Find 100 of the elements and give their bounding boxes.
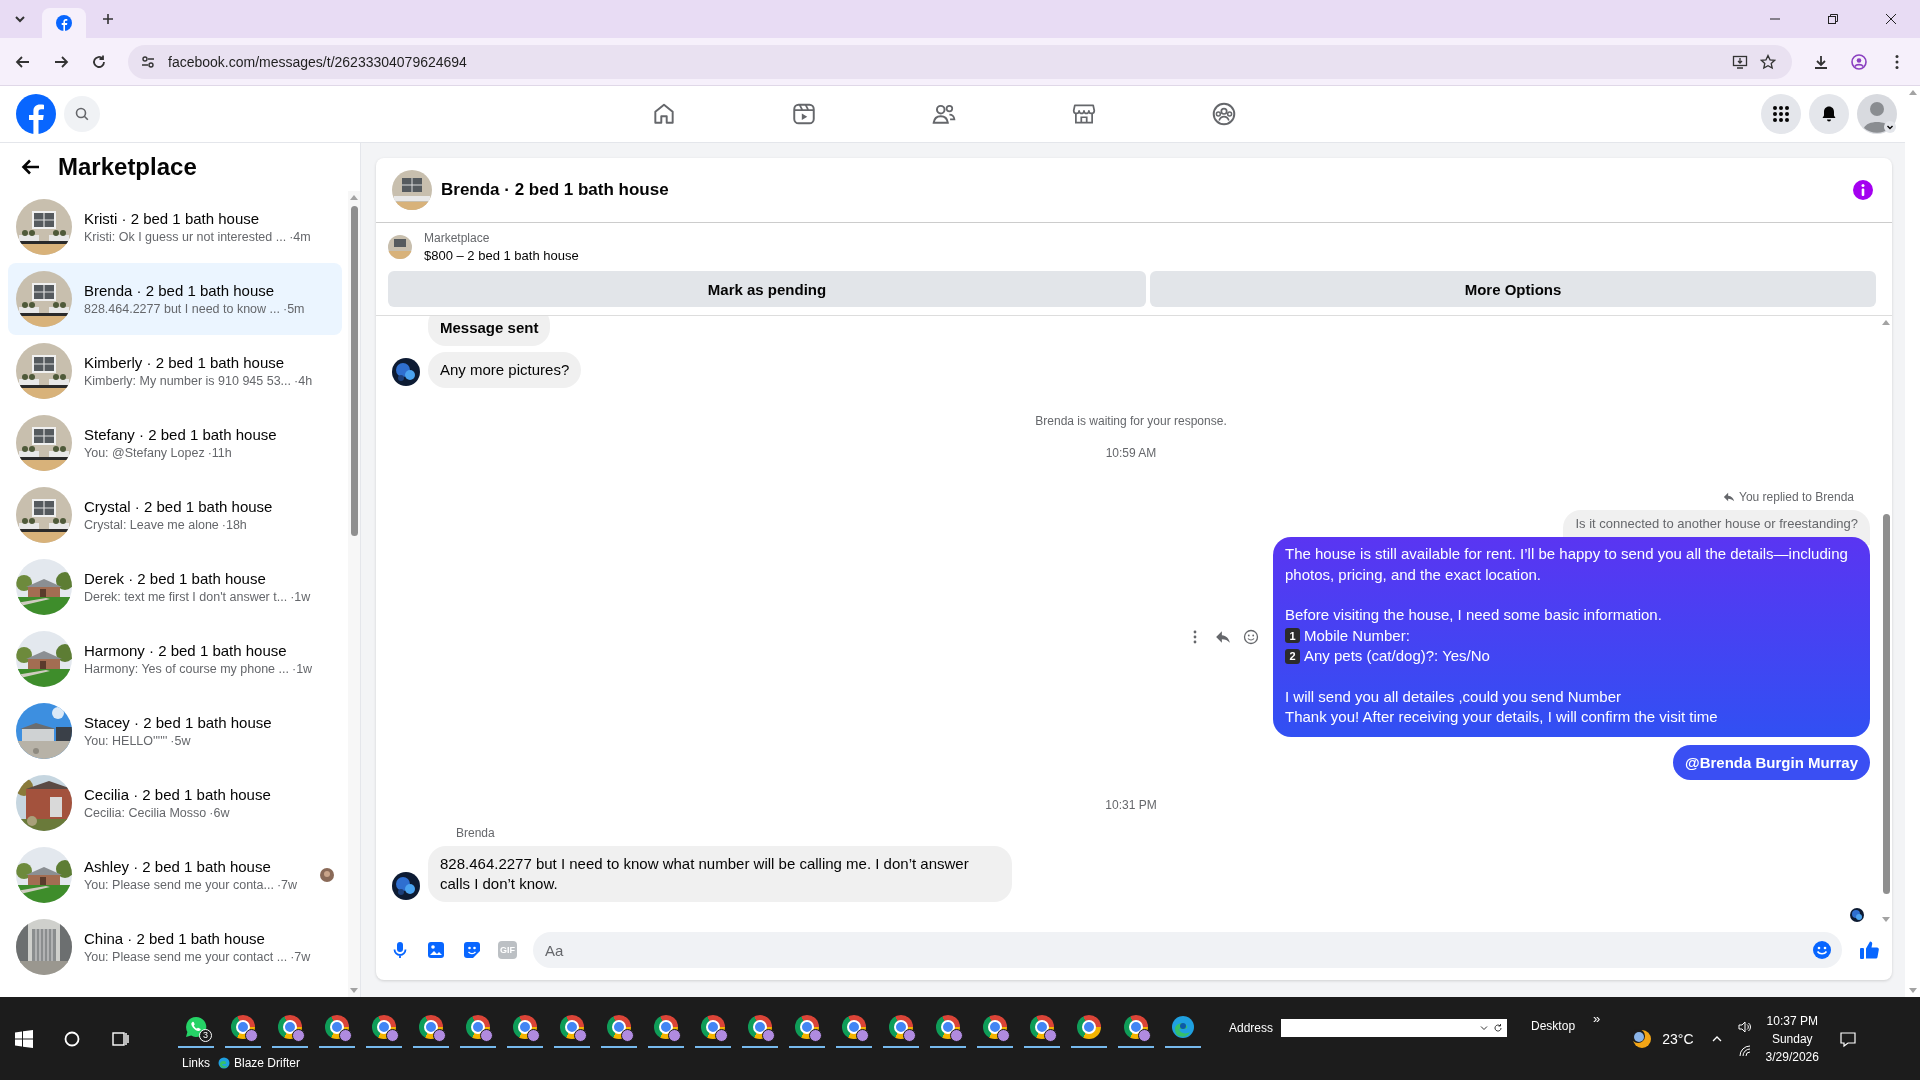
scrollbar[interactable] bbox=[1880, 316, 1892, 926]
profile-icon[interactable] bbox=[1850, 52, 1868, 71]
sticker-icon[interactable] bbox=[462, 940, 482, 960]
sender-name: Brenda bbox=[456, 825, 496, 840]
avatar-icon[interactable] bbox=[1857, 94, 1897, 134]
message-preview: You: Please send me your contact ... bbox=[84, 950, 288, 964]
browser-icon bbox=[936, 1014, 960, 1039]
conversation-name: China · 2 bed 1 bath house bbox=[84, 930, 266, 947]
store-icon[interactable] bbox=[1070, 101, 1097, 127]
message-field[interactable]: Aa bbox=[533, 932, 1842, 968]
message-time: ·4m bbox=[289, 230, 311, 244]
start-icon[interactable] bbox=[14, 1028, 34, 1049]
install-icon[interactable] bbox=[1732, 53, 1748, 70]
conversation-name: Stefany · 2 bed 1 bath house bbox=[84, 426, 278, 443]
site-info-icon[interactable] bbox=[140, 53, 156, 70]
wifi-icon[interactable] bbox=[1737, 1043, 1752, 1058]
groups-icon[interactable] bbox=[1210, 101, 1237, 127]
conversation-item[interactable]: Derek · 2 bed 1 bath house Derek: text me first I don't answer t... ·1w bbox=[8, 551, 342, 623]
conversation-name: Cecilia · 2 bed 1 bath house bbox=[84, 786, 272, 803]
mention-bubble[interactable]: @Brenda Burgin Murray bbox=[1673, 744, 1870, 780]
address-label: Address bbox=[1229, 1021, 1274, 1035]
menu-button[interactable] bbox=[1761, 94, 1801, 134]
message-time: ·6w bbox=[209, 806, 230, 820]
star-icon[interactable] bbox=[1760, 53, 1776, 70]
search-icon bbox=[74, 106, 90, 122]
search-button[interactable] bbox=[64, 96, 100, 132]
browser-icon bbox=[748, 1014, 772, 1039]
action-button[interactable]: Mark as pending bbox=[388, 271, 1146, 307]
number-badge: 2 bbox=[1285, 648, 1300, 664]
emoji-icon[interactable] bbox=[1243, 628, 1259, 645]
conversation-item[interactable]: Kristi · 2 bed 1 bath house Kristi: Ok I guess ur not interested ... ·4m bbox=[8, 191, 342, 263]
message-line: Mobile Number: bbox=[1304, 625, 1410, 646]
conversation-item[interactable]: Cecilia · 2 bed 1 bath house Cecilia: Cecilia Mosso ·6w bbox=[8, 767, 342, 839]
chat-title: Brenda · 2 bed 1 bath house bbox=[441, 180, 669, 200]
desktop-label[interactable]: Desktop bbox=[1531, 1019, 1576, 1033]
conversation-item[interactable]: China · 2 bed 1 bath house You: Please send me your contact ... ·7w bbox=[8, 911, 342, 983]
info-icon[interactable] bbox=[1852, 179, 1874, 201]
message-time: ·5m bbox=[283, 302, 305, 316]
browser-icon bbox=[325, 1014, 349, 1039]
message-line: Before visiting the house, I need some basic information. bbox=[1285, 605, 1662, 625]
message-bubble: Any more pictures? bbox=[428, 352, 582, 388]
message-preview: Derek: text me first I don't answer t... bbox=[84, 590, 288, 604]
address-field[interactable]: facebook.com/messages/t/26233304079624694 bbox=[128, 44, 1792, 79]
reply-label: You replied to Brenda bbox=[1739, 490, 1854, 504]
image-icon[interactable] bbox=[426, 940, 446, 960]
message-line: The house is still available for rent. I’ll be happy to send you all the details—including photos, pricing, and the exact location. bbox=[1285, 544, 1849, 585]
action-button[interactable]: More Options bbox=[1150, 271, 1876, 307]
browser-icon bbox=[513, 1014, 537, 1039]
message-line: I will send you all detailes ,could you send Number bbox=[1285, 686, 1621, 707]
clock-time: 10:37 PM bbox=[1766, 1013, 1818, 1028]
message-line: Thank you! After receiving your details, I will confirm the visit time bbox=[1285, 707, 1718, 727]
listing-source: Marketplace bbox=[424, 231, 491, 245]
video-icon[interactable] bbox=[790, 101, 817, 127]
message-preview: 828.464.2277 but I need to know ... bbox=[84, 302, 280, 316]
message-time: ·7w bbox=[290, 950, 311, 964]
scrollbar[interactable] bbox=[348, 191, 360, 997]
browser-icon bbox=[795, 1014, 819, 1039]
conversation-name: Harmony · 2 bed 1 bath house bbox=[84, 642, 288, 659]
temperature: 23°C bbox=[1662, 1030, 1694, 1047]
browser-icon bbox=[466, 1014, 490, 1039]
emoji-icon[interactable] bbox=[1812, 940, 1832, 960]
conversation-item[interactable]: Crystal · 2 bed 1 bath house Crystal: Leave me alone ·18h bbox=[8, 479, 342, 551]
browser-icon bbox=[419, 1014, 443, 1039]
address-input[interactable] bbox=[1281, 1019, 1508, 1037]
number-badge: 1 bbox=[1285, 628, 1300, 644]
conversation-name: Kristi · 2 bed 1 bath house bbox=[84, 210, 261, 227]
thumbs-up-icon[interactable] bbox=[1858, 939, 1880, 961]
browser-icon bbox=[560, 1014, 584, 1039]
chevron-button[interactable]: » bbox=[1593, 1011, 1601, 1026]
volume-icon[interactable] bbox=[1737, 1019, 1752, 1034]
conversation-item[interactable]: Harmony · 2 bed 1 bath house Harmony: Yes of course my phone ... ·1w bbox=[8, 623, 342, 695]
conversation-item[interactable]: Kimberly · 2 bed 1 bath house Kimberly: My number is 910 945 53... ·4h bbox=[8, 335, 342, 407]
refresh-icon[interactable] bbox=[1493, 1023, 1504, 1033]
conversation-item[interactable]: Brenda · 2 bed 1 bath house 828.464.2277 but I need to know ... ·5m bbox=[8, 263, 342, 335]
browser-icon bbox=[654, 1014, 678, 1039]
notifications-button[interactable] bbox=[1809, 94, 1849, 134]
grid-icon bbox=[1772, 105, 1790, 123]
notification-icon[interactable] bbox=[1838, 1029, 1857, 1048]
conversation-name: Stacey · 2 bed 1 bath house bbox=[84, 714, 273, 731]
clock-day: Sunday bbox=[1771, 1031, 1813, 1046]
chat-app-icon bbox=[184, 1014, 208, 1039]
message-time: ·7w bbox=[276, 878, 298, 892]
taskbar-app[interactable]: 3 bbox=[178, 1007, 214, 1048]
new-tab-icon[interactable] bbox=[100, 11, 116, 27]
message-time: ·11h bbox=[207, 446, 232, 460]
reply-icon bbox=[1723, 491, 1735, 503]
message-line: Any pets (cat/dog)?: Yes/No bbox=[1304, 646, 1490, 666]
message-time: ·4h bbox=[294, 374, 313, 388]
logo-icon[interactable] bbox=[16, 94, 56, 134]
conversation-item[interactable]: Ashley · 2 bed 1 bath house You: Please send me your conta... ·7w bbox=[8, 839, 342, 911]
logo-icon bbox=[56, 15, 72, 31]
conversation-item[interactable]: Stacey · 2 bed 1 bath house You: HELLO'''''' ·5w bbox=[8, 695, 342, 767]
conversation-name: Crystal · 2 bed 1 bath house bbox=[84, 498, 274, 515]
message-time: ·1w bbox=[291, 662, 313, 676]
browser-icon bbox=[278, 1014, 302, 1039]
status-note: Brenda is waiting for your response. bbox=[1035, 414, 1227, 428]
toolbar-link[interactable]: Blaze Drifter bbox=[218, 1055, 301, 1070]
conversation-item[interactable]: Stefany · 2 bed 1 bath house You: @Stefany Lopez ·11h bbox=[8, 407, 342, 479]
message-time: ·18h bbox=[221, 518, 247, 532]
browser-tab[interactable] bbox=[42, 8, 86, 38]
